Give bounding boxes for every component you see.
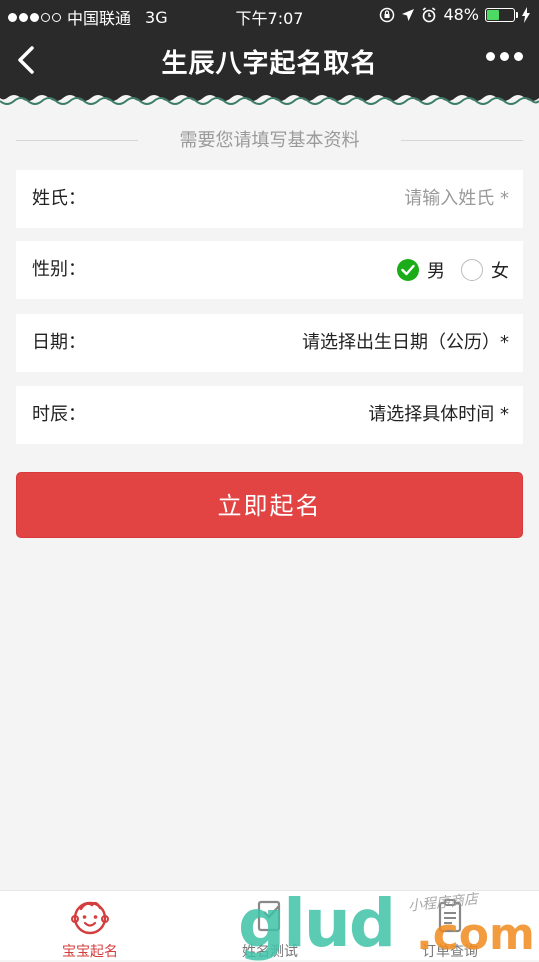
battery-percent: 48% — [443, 5, 479, 24]
charging-bolt-icon — [522, 6, 530, 23]
gender-option-female[interactable]: 女 — [461, 257, 509, 283]
birth-date-row[interactable]: 日期： 请选择出生日期（公历）* — [16, 314, 523, 372]
tab-label: 宝宝起名 — [62, 944, 118, 960]
watermark-logo: glud .com 小程序商店 — [238, 888, 538, 960]
decorative-wave-border — [0, 90, 539, 108]
section-header: 需要您请填写基本资料 — [0, 126, 539, 156]
check-circle-icon — [397, 259, 419, 281]
gender-option-male[interactable]: 男 — [397, 257, 445, 283]
section-title: 需要您请填写基本资料 — [179, 130, 360, 151]
baby-face-icon — [71, 901, 109, 935]
surname-input[interactable]: 请输入姓氏 * — [404, 170, 509, 228]
birth-hour-picker[interactable]: 请选择具体时间 * — [368, 386, 509, 444]
tab-baby-naming[interactable]: 宝宝起名 — [0, 891, 180, 961]
divider-left — [16, 140, 138, 141]
rotation-lock-icon — [380, 7, 395, 22]
location-arrow-icon — [402, 8, 415, 21]
status-bar: 中国联通 3G 下午7:07 48% — [0, 0, 539, 30]
more-options-button[interactable] — [486, 52, 523, 61]
gender-row: 性别： 男 女 — [16, 241, 523, 299]
empty-circle-icon — [461, 259, 483, 281]
gender-male-label: 男 — [427, 261, 445, 282]
birth-date-label: 日期： — [32, 332, 86, 353]
surname-label: 姓氏： — [32, 188, 86, 209]
generate-name-button[interactable]: 立即起名 — [16, 472, 523, 538]
birth-hour-row[interactable]: 时辰： 请选择具体时间 * — [16, 386, 523, 444]
battery-icon — [485, 7, 518, 22]
surname-row[interactable]: 姓氏： 请输入姓氏 * — [16, 170, 523, 228]
gender-selector: 男 女 — [397, 241, 509, 299]
page-title: 生辰八字起名取名 — [161, 49, 378, 79]
nav-bar: 生辰八字起名取名 — [0, 30, 539, 90]
birth-hour-label: 时辰： — [32, 404, 86, 425]
more-dots-icon — [486, 52, 495, 61]
gender-female-label: 女 — [491, 261, 509, 282]
watermark-domain: .com — [416, 909, 535, 960]
birth-date-picker[interactable]: 请选择出生日期（公历）* — [302, 314, 509, 372]
alarm-clock-icon — [422, 6, 436, 22]
watermark-brand: glud — [238, 885, 396, 962]
gender-label: 性别： — [32, 259, 86, 280]
divider-right — [401, 140, 523, 141]
